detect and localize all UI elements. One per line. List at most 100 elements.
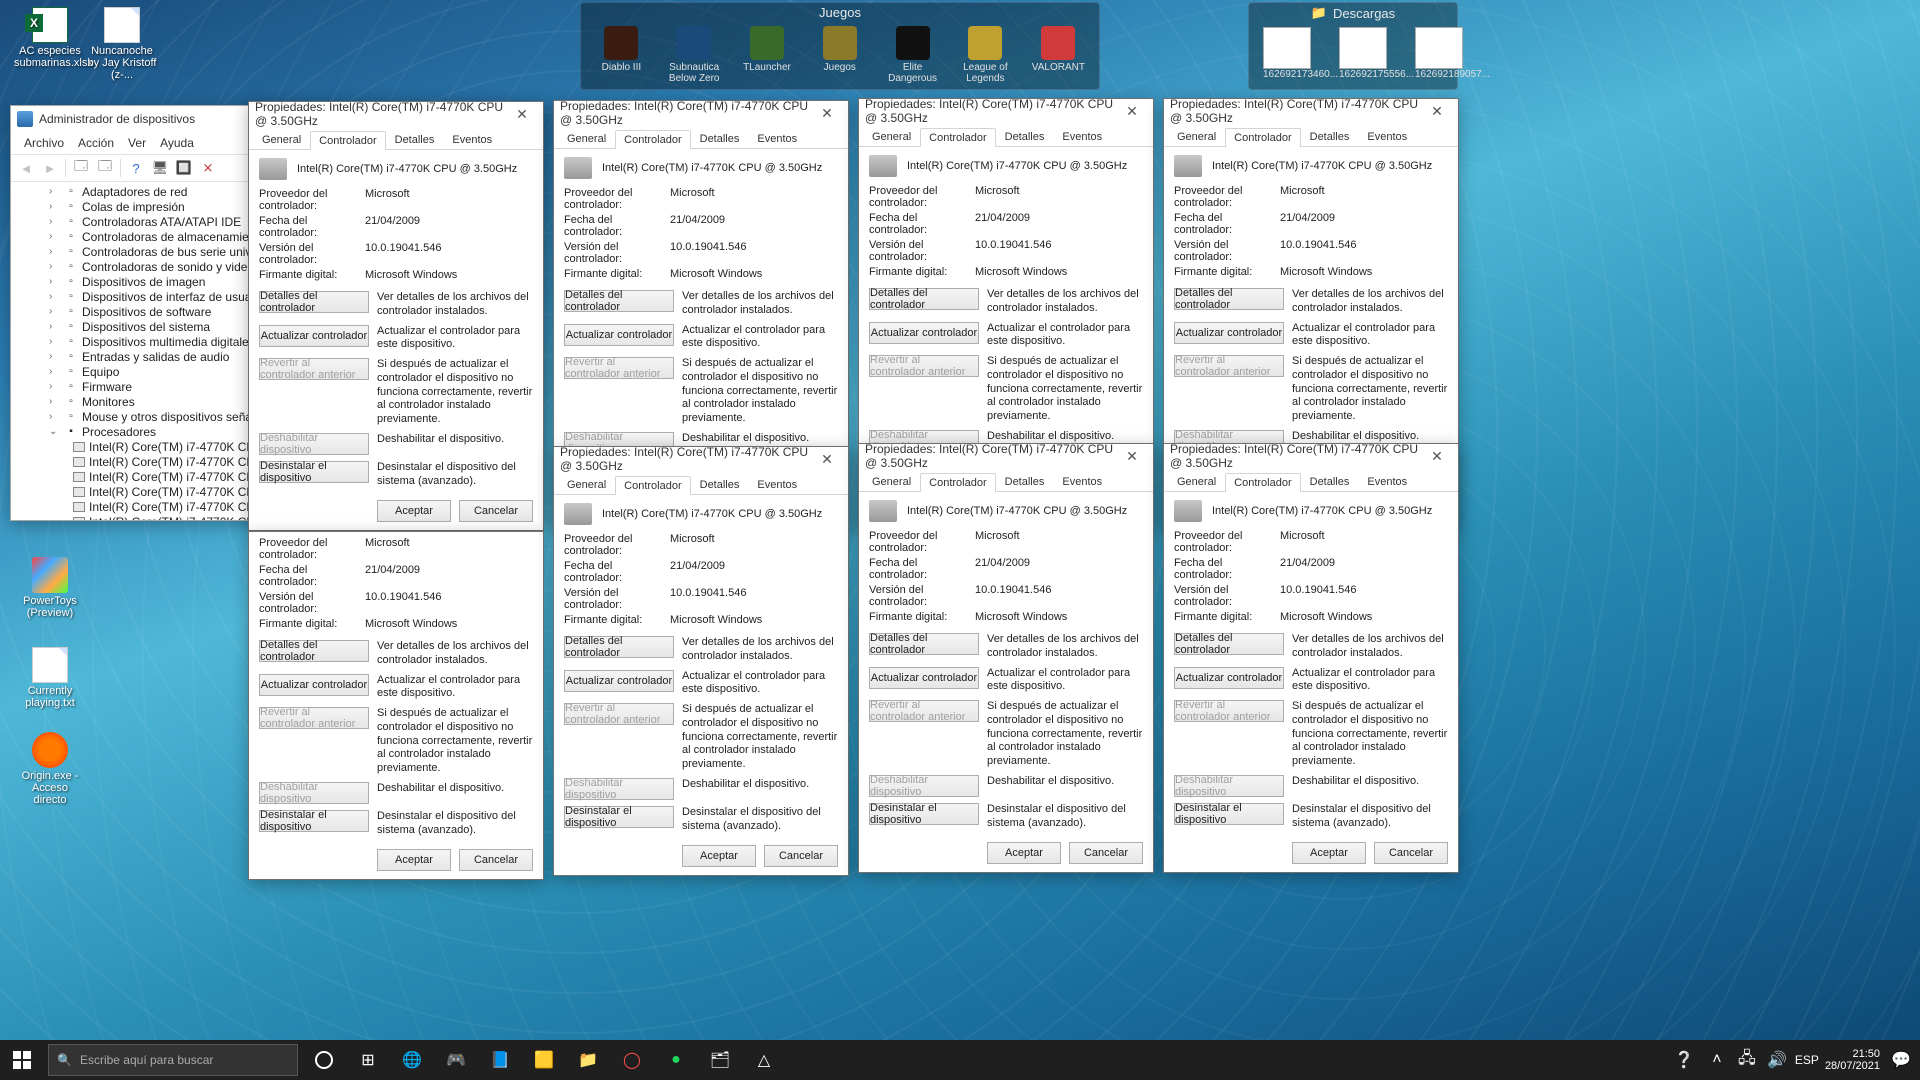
cancel-button[interactable]: Cancelar [459, 500, 533, 522]
menu-acción[interactable]: Acción [71, 134, 121, 152]
tab-general[interactable]: General [558, 475, 615, 494]
dialog-titlebar[interactable]: Propiedades: Intel(R) Core(TM) i7-4770K … [554, 101, 848, 125]
ok-button[interactable]: Aceptar [377, 849, 451, 871]
taskbar-app[interactable]: △ [742, 1040, 786, 1080]
desktop-icon[interactable]: AC especies submarinas.xlsx [14, 7, 86, 69]
tab-general[interactable]: General [1168, 472, 1225, 491]
dialog-titlebar[interactable]: Propiedades: Intel(R) Core(TM) i7-4770K … [859, 99, 1153, 123]
network-icon[interactable]: 🖧 [1735, 1040, 1759, 1080]
download-item[interactable]: 162692175556... [1339, 27, 1399, 80]
update-driver-button[interactable]: Actualizar controlador [1174, 667, 1284, 689]
expand-icon[interactable]: › [49, 291, 63, 302]
toolbar-btn[interactable]: 🗔 [70, 158, 92, 178]
expand-icon[interactable]: › [49, 411, 63, 422]
tab-detalles[interactable]: Detalles [1301, 472, 1359, 491]
close-button[interactable]: ✕ [1422, 101, 1452, 121]
tab-controlador[interactable]: Controlador [310, 131, 385, 150]
expand-icon[interactable]: › [49, 351, 63, 362]
uninstall-device-button[interactable]: Desinstalar el dispositivo [259, 461, 369, 483]
dialog-titlebar[interactable]: Propiedades: Intel(R) Core(TM) i7-4770K … [249, 102, 543, 126]
tab-general[interactable]: General [253, 130, 310, 149]
tab-eventos[interactable]: Eventos [1053, 472, 1111, 491]
start-button[interactable] [0, 1040, 44, 1080]
ok-button[interactable]: Aceptar [1292, 842, 1366, 864]
driver-details-button[interactable]: Detalles del controlador [1174, 633, 1284, 655]
dialog-titlebar[interactable]: Propiedades: Intel(R) Core(TM) i7-4770K … [1164, 444, 1458, 468]
tab-eventos[interactable]: Eventos [748, 129, 806, 148]
help-button[interactable]: ? [125, 158, 147, 178]
tab-controlador[interactable]: Controlador [1225, 128, 1300, 147]
uninstall-device-button[interactable]: Desinstalar el dispositivo [1174, 803, 1284, 825]
expand-icon[interactable]: › [49, 381, 63, 392]
tab-detalles[interactable]: Detalles [691, 129, 749, 148]
close-button[interactable]: ✕ [1117, 101, 1147, 121]
expand-icon[interactable]: › [49, 231, 63, 242]
tab-controlador[interactable]: Controlador [1225, 473, 1300, 492]
driver-details-button[interactable]: Detalles del controlador [1174, 288, 1284, 310]
tab-eventos[interactable]: Eventos [1358, 127, 1416, 146]
expand-icon[interactable]: › [49, 186, 63, 197]
update-driver-button[interactable]: Actualizar controlador [564, 324, 674, 346]
cancel-button[interactable]: Cancelar [764, 845, 838, 867]
driver-details-button[interactable]: Detalles del controlador [259, 291, 369, 313]
dialog-titlebar[interactable]: Propiedades: Intel(R) Core(TM) i7-4770K … [1164, 99, 1458, 123]
update-driver-button[interactable]: Actualizar controlador [1174, 322, 1284, 344]
update-driver-button[interactable]: Actualizar controlador [259, 674, 369, 696]
game-shortcut[interactable]: TLauncher [741, 26, 794, 84]
driver-details-button[interactable]: Detalles del controlador [259, 640, 369, 662]
tray-time[interactable]: 21:50 [1825, 1048, 1880, 1060]
expand-icon[interactable]: › [49, 336, 63, 347]
update-driver-button[interactable]: Actualizar controlador [259, 325, 369, 347]
collapse-icon[interactable]: ⌄ [49, 426, 63, 437]
tab-eventos[interactable]: Eventos [1053, 127, 1111, 146]
close-button[interactable]: ✕ [812, 449, 842, 469]
tray-chevron-icon[interactable]: ˄ [1705, 1040, 1729, 1080]
update-driver-button[interactable]: Actualizar controlador [869, 667, 979, 689]
toolbar-btn[interactable]: ⨯ [197, 158, 219, 178]
taskbar-app[interactable]: 🗂 [698, 1040, 742, 1080]
taskbar-app-xbox[interactable]: 🎮 [434, 1040, 478, 1080]
driver-details-button[interactable]: Detalles del controlador [564, 636, 674, 658]
update-driver-button[interactable]: Actualizar controlador [869, 322, 979, 344]
game-shortcut[interactable]: Juegos [813, 26, 866, 84]
ok-button[interactable]: Aceptar [987, 842, 1061, 864]
menu-ayuda[interactable]: Ayuda [153, 134, 201, 152]
search-box[interactable]: 🔍 Escribe aquí para buscar [48, 1044, 298, 1076]
taskbar-app[interactable]: 🟨 [522, 1040, 566, 1080]
tab-controlador[interactable]: Controlador [920, 473, 995, 492]
game-shortcut[interactable]: Subnautica Below Zero [668, 26, 721, 84]
download-item[interactable]: 162692189057... [1415, 27, 1475, 80]
driver-details-button[interactable]: Detalles del controlador [869, 633, 979, 655]
dialog-titlebar[interactable]: Propiedades: Intel(R) Core(TM) i7-4770K … [554, 447, 848, 471]
update-driver-button[interactable]: Actualizar controlador [564, 670, 674, 692]
uninstall-device-button[interactable]: Desinstalar el dispositivo [564, 806, 674, 828]
menu-ver[interactable]: Ver [121, 134, 153, 152]
toolbar-btn[interactable]: 🗔 [94, 158, 116, 178]
expand-icon[interactable]: › [49, 246, 63, 257]
download-item[interactable]: 162692173460... [1263, 27, 1323, 80]
cancel-button[interactable]: Cancelar [459, 849, 533, 871]
taskbar-app-spotify[interactable]: ● [654, 1040, 698, 1080]
taskbar-app-chrome[interactable]: 🌐 [390, 1040, 434, 1080]
tab-detalles[interactable]: Detalles [691, 475, 749, 494]
uninstall-device-button[interactable]: Desinstalar el dispositivo [259, 810, 369, 832]
close-button[interactable]: ✕ [507, 104, 537, 124]
game-shortcut[interactable]: Elite Dangerous [886, 26, 939, 84]
desktop-icon[interactable]: Origin.exe - Acceso directo [14, 732, 86, 806]
tab-eventos[interactable]: Eventos [748, 475, 806, 494]
cortana-button[interactable] [302, 1040, 346, 1080]
expand-icon[interactable]: › [49, 276, 63, 287]
ok-button[interactable]: Aceptar [377, 500, 451, 522]
scan-button[interactable]: 🔲 [173, 158, 195, 178]
tab-controlador[interactable]: Controlador [615, 476, 690, 495]
expand-icon[interactable]: › [49, 306, 63, 317]
expand-icon[interactable]: › [49, 216, 63, 227]
tab-detalles[interactable]: Detalles [386, 130, 444, 149]
desktop-icon[interactable]: Currently playing.txt [14, 647, 86, 709]
tab-controlador[interactable]: Controlador [615, 130, 690, 149]
cancel-button[interactable]: Cancelar [1374, 842, 1448, 864]
driver-details-button[interactable]: Detalles del controlador [564, 290, 674, 312]
tab-controlador[interactable]: Controlador [920, 128, 995, 147]
taskbar-app-explorer[interactable]: 📁 [566, 1040, 610, 1080]
desktop-icon[interactable]: PowerToys (Preview) [14, 557, 86, 619]
